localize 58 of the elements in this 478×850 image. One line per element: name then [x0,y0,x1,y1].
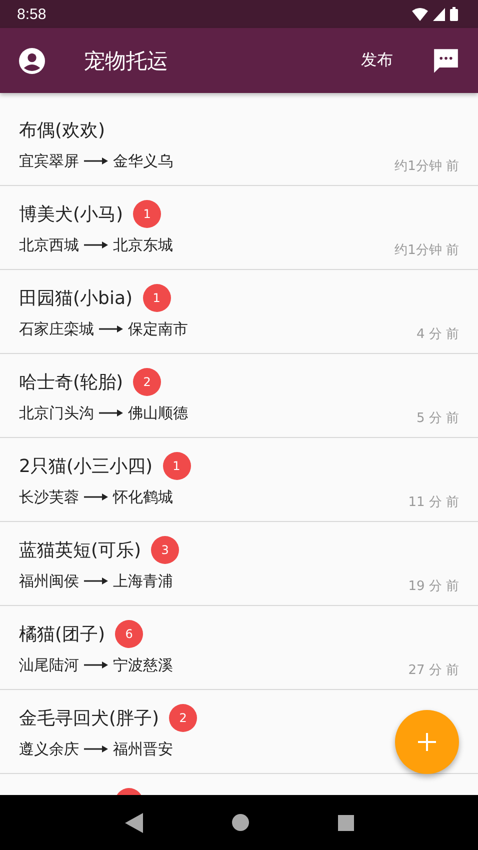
post-time: 5 分 前 [416,410,459,427]
pet-name: 2只猫(小三小四) [19,455,152,478]
app-title: 宠物托运 [84,48,169,74]
post-time: 约1分钟 前 [394,158,459,175]
pet-name: 田园猫(小bia) [19,287,133,310]
arrow-icon [84,577,108,585]
origin-city: 宜宾翠屏 [19,152,79,170]
origin-city: 福州闽侯 [19,572,79,590]
origin-city: 石家庄栾城 [19,320,94,338]
arrow-icon [84,745,108,753]
pet-name: 橘猫(团子) [19,623,106,646]
pet-name: 金毛寻回犬(胖子) [19,707,160,730]
arrow-icon [99,325,123,333]
arrow-icon [84,157,108,165]
message-icon[interactable] [433,48,459,74]
count-badge: 1 [133,200,162,228]
destination-city: 保定南市 [128,320,188,338]
pet-name: 哈士奇(轮胎) [19,371,124,394]
arrow-icon [84,493,108,501]
post-time: 约1分钟 前 [394,242,459,259]
arrow-icon [84,661,108,669]
destination-city: 佛山顺德 [128,404,188,422]
count-badge: 3 [151,536,180,564]
post-time: 4 分 前 [416,326,459,343]
count-badge: 1 [162,452,190,480]
destination-city: 宁波慈溪 [113,656,173,674]
origin-city: 北京西城 [19,236,79,254]
post-time: 27 分 前 [408,662,459,679]
publish-button[interactable]: 发布 [361,46,393,75]
destination-city: 上海青浦 [113,572,173,590]
signal-icon [433,8,445,20]
clock: 8:58 [17,6,46,22]
destination-city: 怀化鹤城 [113,488,173,506]
home-icon[interactable] [232,814,248,831]
wifi-icon [412,8,428,20]
post-time: 11 分 前 [408,494,459,511]
plus-icon [418,733,436,751]
count-badge: 1 [142,284,171,312]
pet-name: 布偶(欢欢) [19,119,106,142]
recents-icon[interactable] [338,814,354,830]
origin-city: 长沙芙蓉 [19,488,79,506]
pet-name: 博美犬(小马) [19,203,124,226]
destination-city: 福州晋安 [113,740,173,758]
battery-icon [450,7,458,21]
arrow-icon [84,241,108,249]
pet-name: 蓝猫英短(可乐) [19,539,142,562]
origin-city: 遵义余庆 [19,740,79,758]
post-time: 19 分 前 [408,578,459,595]
count-badge: 2 [169,704,198,732]
destination-city: 金华义乌 [113,152,173,170]
count-badge: 2 [133,368,162,396]
arrow-icon [99,409,123,417]
origin-city: 北京门头沟 [19,404,94,422]
destination-city: 北京东城 [113,236,173,254]
back-icon[interactable] [124,812,142,832]
count-badge: 6 [115,620,144,648]
origin-city: 汕尾陆河 [19,656,79,674]
account-icon[interactable] [19,48,45,74]
